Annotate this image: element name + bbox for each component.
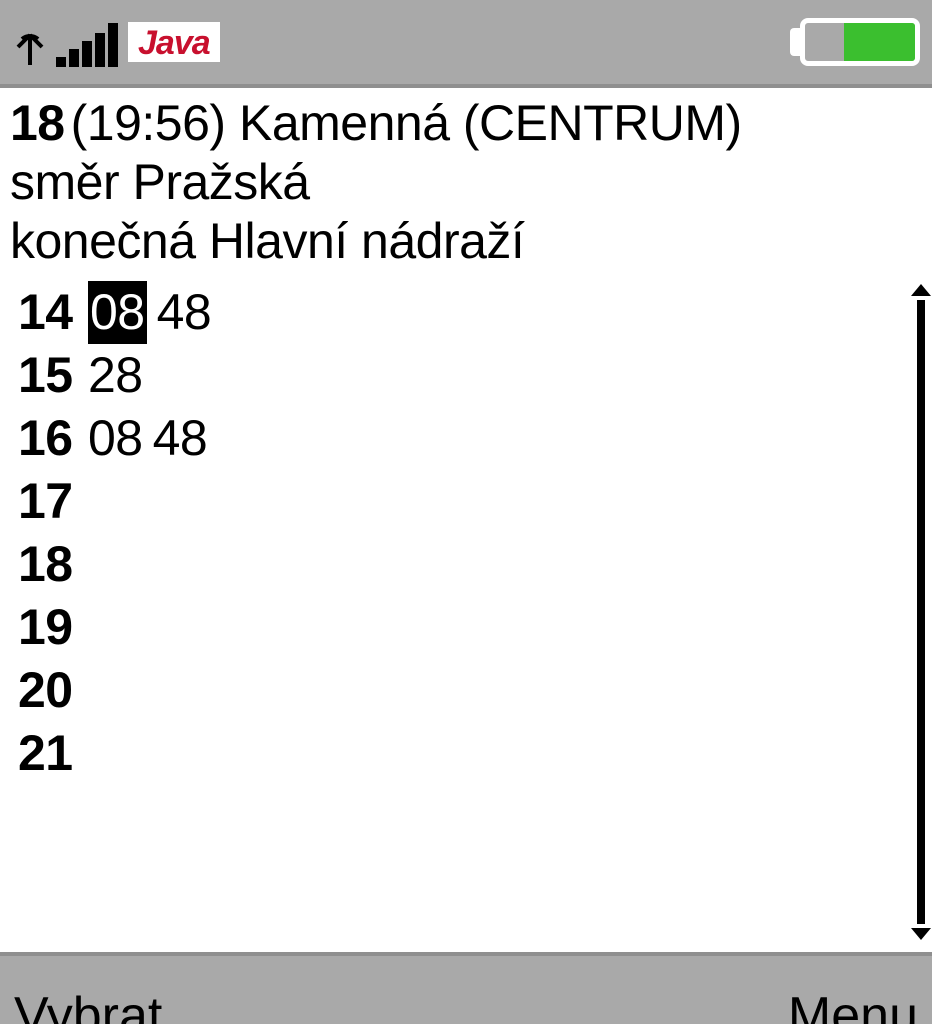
minute-value[interactable]: 08 xyxy=(88,281,147,344)
direction-label: směr Pražská xyxy=(10,153,900,212)
scroll-down-icon[interactable] xyxy=(911,928,931,940)
schedule-row[interactable]: 21 xyxy=(18,722,900,785)
minutes-group: 0848 xyxy=(88,407,207,470)
hour-label: 17 xyxy=(18,470,78,533)
scroll-up-icon[interactable] xyxy=(911,284,931,296)
softkey-right[interactable]: Menu xyxy=(788,990,918,1024)
hour-label: 14 xyxy=(18,281,78,344)
softkey-left[interactable]: Vybrat xyxy=(14,990,162,1024)
stop-name: Kamenná (CENTRUM) xyxy=(239,95,742,151)
route-header: 18(19:56) Kamenná (CENTRUM) xyxy=(10,94,900,153)
schedule-row[interactable]: 19 xyxy=(18,596,900,659)
signal-strength-icon xyxy=(12,17,118,67)
hour-label: 19 xyxy=(18,596,78,659)
minute-value[interactable]: 28 xyxy=(88,344,143,407)
softkey-bar: Vybrat Menu xyxy=(0,956,932,1024)
scroll-track[interactable] xyxy=(917,300,925,924)
status-bar: Java xyxy=(0,0,932,84)
line-number: 18 xyxy=(10,95,65,151)
minute-value[interactable]: 48 xyxy=(157,281,212,344)
schedule-row[interactable]: 140848 xyxy=(18,281,900,344)
hour-label: 18 xyxy=(18,533,78,596)
schedule-row[interactable]: 1528 xyxy=(18,344,900,407)
minute-value[interactable]: 48 xyxy=(153,407,208,470)
schedule-row[interactable]: 18 xyxy=(18,533,900,596)
scrollbar[interactable] xyxy=(910,278,932,946)
hour-label: 15 xyxy=(18,344,78,407)
minutes-group: 0848 xyxy=(88,281,211,344)
schedule-row[interactable]: 160848 xyxy=(18,407,900,470)
header-time: (19:56) xyxy=(71,95,226,151)
antenna-icon xyxy=(12,31,48,67)
minutes-group: 28 xyxy=(88,344,143,407)
battery-icon xyxy=(790,18,920,66)
java-badge: Java xyxy=(128,22,220,62)
hour-label: 21 xyxy=(18,722,78,785)
hour-label: 20 xyxy=(18,659,78,722)
terminus-label: konečná Hlavní nádraží xyxy=(10,212,900,271)
signal-bars-icon xyxy=(56,23,118,67)
schedule-row[interactable]: 20 xyxy=(18,659,900,722)
hour-label: 16 xyxy=(18,407,78,470)
schedule-row[interactable]: 17 xyxy=(18,470,900,533)
minute-value[interactable]: 08 xyxy=(88,407,143,470)
timetable[interactable]: 14084815281608481718192021 xyxy=(10,281,900,785)
main-content: 18(19:56) Kamenná (CENTRUM) směr Pražská… xyxy=(0,84,932,956)
